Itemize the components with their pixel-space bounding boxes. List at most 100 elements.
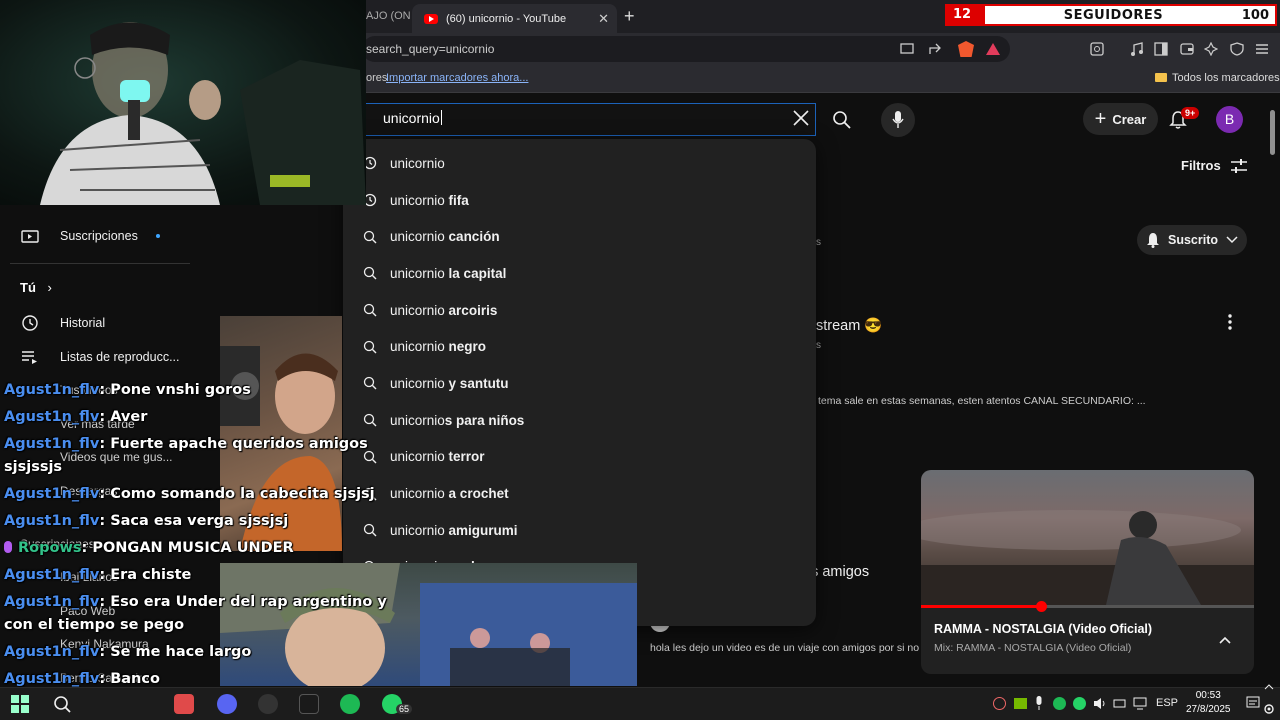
search-suggestion[interactable]: unicornio negro [343,328,816,365]
clock[interactable]: 00:53 27/8/2025 [1186,689,1231,717]
search-suggestion[interactable]: unicornio [343,145,816,182]
search-suggestion[interactable]: unicornio la capital [343,255,816,292]
brave-rewards-icon[interactable] [986,43,1000,55]
sidebar-item-history[interactable]: Historial [20,306,220,340]
suggestion-prefix: unicornio [390,375,445,391]
spotify-tray-icon[interactable] [1053,697,1066,710]
vpn-shield-icon[interactable] [1230,42,1244,56]
whatsapp-tray-icon[interactable] [1073,697,1086,710]
cast-icon[interactable] [900,43,914,55]
media-music-icon[interactable] [1130,42,1144,56]
spotify-icon[interactable] [340,694,360,714]
chat-username: Agust1n_flv [4,513,100,529]
bookmarks-text: ores [366,72,388,84]
battery-icon[interactable] [1113,697,1127,710]
filter-sliders-icon [1230,158,1247,173]
app-icon[interactable] [174,694,194,714]
new-content-dot [155,234,160,238]
discord-icon[interactable] [217,694,237,714]
sidebar-item-subscriptions[interactable]: Suscripciones [20,219,220,253]
tab-youtube-active[interactable]: (60) unicornio - YouTube ✕ [412,4,617,33]
more-options-icon[interactable] [1225,313,1235,331]
reader-mode-icon[interactable] [1090,42,1104,56]
new-tab-button[interactable]: + [624,6,635,27]
microphone-icon[interactable] [1034,696,1044,710]
mic-badge-icon [4,541,12,553]
search-suggestion[interactable]: unicornio a crochet [343,475,816,512]
search-suggestion[interactable]: unicornio y santutu [343,365,816,402]
clear-search-icon[interactable] [791,108,811,128]
search-icon [363,340,377,354]
menu-hamburger-icon[interactable] [1255,42,1269,56]
leo-ai-icon[interactable] [1204,42,1218,56]
suggestion-prefix: unicornio [390,486,445,502]
search-query-text[interactable]: unicornio [383,110,442,126]
search-suggestion[interactable]: unicornios para niños [343,402,816,439]
chat-username: Ropows [18,540,82,556]
video-title[interactable]: stream 😎 [816,317,882,334]
folder-icon [1155,73,1167,82]
sidebar-you-heading[interactable]: Tú › [20,280,52,295]
miniplayer[interactable]: RAMMA - NOSTALGIA (Video Oficial) Mix: R… [921,470,1254,674]
search-suggestion[interactable]: unicornio canción [343,218,816,255]
windows-start-icon[interactable] [10,694,30,714]
sidebar-divider [10,263,190,264]
all-bookmarks-link[interactable]: Todos los marcadores [1172,72,1280,84]
youtube-favicon-icon [424,13,438,24]
language-indicator[interactable]: ESP [1156,697,1178,709]
chevron-up-icon[interactable] [1219,636,1231,644]
create-button[interactable]: + Crear [1083,103,1158,135]
wallet-icon[interactable] [1180,42,1194,56]
search-suggestion[interactable]: unicornio amigurumi [343,512,816,549]
search-suggestion[interactable]: unicornio terror [343,439,816,476]
video-frame-person [921,510,1254,608]
tab-close-icon[interactable]: ✕ [598,11,609,27]
chat-username: Agust1n_flv [4,644,100,660]
sidebar-toggle-icon[interactable] [1154,42,1168,56]
display-icon[interactable] [1133,697,1147,710]
search-suggestion[interactable]: unicornio fifa [343,182,816,219]
suggestion-text: unicornio fifa [390,193,469,208]
voice-search-button[interactable] [881,103,915,137]
page-scrollbar[interactable] [1270,110,1275,155]
volume-icon[interactable] [1093,697,1107,710]
search-icon [363,303,377,317]
chat-text: : Eso era Under del rap argentino y [99,594,387,610]
webcam-streamer-image [40,22,366,205]
obs-icon[interactable] [258,694,278,714]
chat-username: Agust1n_flv [4,436,100,452]
sidebar-item-playlists[interactable]: Listas de reproducc... [20,340,220,374]
suggestion-text: unicornio y santutu [390,376,509,391]
chevron-right-icon: › [47,280,52,295]
search-suggestion[interactable]: unicornio arcoiris [343,292,816,329]
miniplayer-video[interactable] [921,470,1254,612]
avatar[interactable]: B [1216,106,1243,133]
subscribed-button[interactable]: Suscrito [1137,225,1247,255]
nvidia-icon[interactable] [1014,698,1027,709]
share-icon[interactable] [928,42,942,56]
notifications-center-icon[interactable] [1246,695,1260,709]
chat-message: Agust1n_flv: Pone vnshi goros [4,377,251,404]
miniplayer-progress[interactable] [921,601,1254,612]
chat-text: : Como somando la cabecita sjsjsj [99,486,375,502]
whatsapp-badge: 65 [396,704,413,714]
search-button[interactable] [816,103,868,136]
filters-button[interactable]: Filtros [1181,158,1247,173]
suggestion-text: unicornio la capital [390,266,506,281]
search-icon[interactable] [52,694,72,714]
chevron-up-icon[interactable] [1264,684,1274,690]
suggestion-suffix: a crochet [444,486,509,502]
app-icon[interactable] [299,694,319,714]
chat-text: : Banco [99,671,160,687]
miniplayer-scrubber[interactable] [1035,601,1047,612]
search-icon [363,230,377,244]
import-bookmarks-link[interactable]: Importar marcadores ahora... [386,72,528,84]
tray-app-icon[interactable] [993,697,1006,710]
chat-message-continuation: con el tiempo se pego [4,617,185,633]
video-description: hola les dejo un video es de un viaje co… [650,642,922,654]
subscribed-label: Suscrito [1167,233,1218,247]
tab-previous[interactable]: AJO (ON [366,0,412,33]
suggestion-suffix: terror [444,449,485,465]
settings-gear-icon[interactable] [1263,703,1275,715]
followers-goal-overlay: 12 SEGUIDORES 100 [945,4,1277,26]
